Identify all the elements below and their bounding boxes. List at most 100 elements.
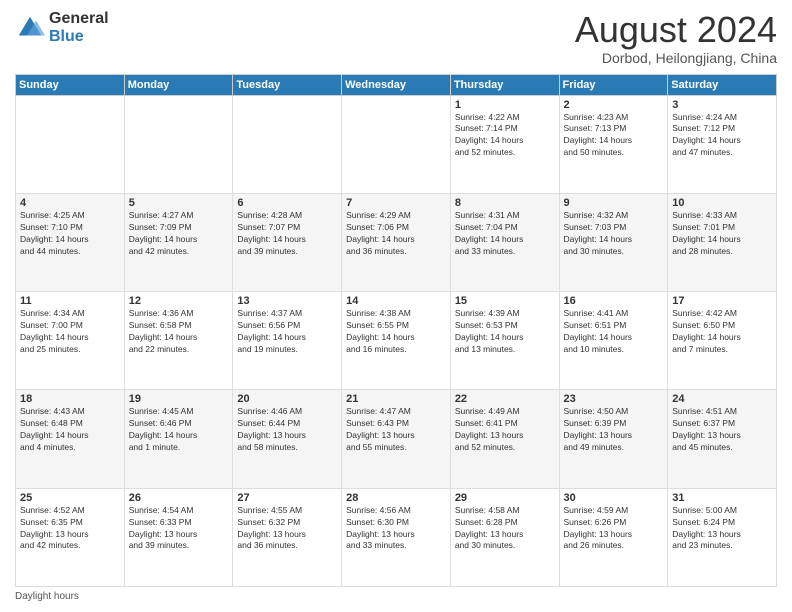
day-info: Sunrise: 4:37 AM Sunset: 6:56 PM Dayligh… xyxy=(237,308,337,356)
cell-2-4: 15Sunrise: 4:39 AM Sunset: 6:53 PM Dayli… xyxy=(450,292,559,390)
day-number: 9 xyxy=(564,197,664,209)
day-info: Sunrise: 4:28 AM Sunset: 7:07 PM Dayligh… xyxy=(237,210,337,258)
cell-4-0: 25Sunrise: 4:52 AM Sunset: 6:35 PM Dayli… xyxy=(16,488,125,586)
week-row-2: 4Sunrise: 4:25 AM Sunset: 7:10 PM Daylig… xyxy=(16,193,777,291)
day-number: 2 xyxy=(564,99,664,111)
cell-2-6: 17Sunrise: 4:42 AM Sunset: 6:50 PM Dayli… xyxy=(668,292,777,390)
cell-0-5: 2Sunrise: 4:23 AM Sunset: 7:13 PM Daylig… xyxy=(559,95,668,193)
day-number: 12 xyxy=(129,295,229,307)
calendar-table: Sunday Monday Tuesday Wednesday Thursday… xyxy=(15,74,777,587)
day-number: 1 xyxy=(455,99,555,111)
cell-1-4: 8Sunrise: 4:31 AM Sunset: 7:04 PM Daylig… xyxy=(450,193,559,291)
cell-0-2 xyxy=(233,95,342,193)
day-number: 3 xyxy=(672,99,772,111)
cell-1-2: 6Sunrise: 4:28 AM Sunset: 7:07 PM Daylig… xyxy=(233,193,342,291)
day-number: 14 xyxy=(346,295,446,307)
cell-2-5: 16Sunrise: 4:41 AM Sunset: 6:51 PM Dayli… xyxy=(559,292,668,390)
day-info: Sunrise: 4:25 AM Sunset: 7:10 PM Dayligh… xyxy=(20,210,120,258)
day-info: Sunrise: 4:42 AM Sunset: 6:50 PM Dayligh… xyxy=(672,308,772,356)
logo: General Blue xyxy=(15,10,109,45)
day-info: Sunrise: 4:36 AM Sunset: 6:58 PM Dayligh… xyxy=(129,308,229,356)
logo-general-text: General xyxy=(49,10,109,28)
day-info: Sunrise: 4:41 AM Sunset: 6:51 PM Dayligh… xyxy=(564,308,664,356)
day-info: Sunrise: 4:31 AM Sunset: 7:04 PM Dayligh… xyxy=(455,210,555,258)
day-info: Sunrise: 4:58 AM Sunset: 6:28 PM Dayligh… xyxy=(455,505,555,553)
footer-note: Daylight hours xyxy=(15,591,777,602)
day-number: 7 xyxy=(346,197,446,209)
cell-4-5: 30Sunrise: 4:59 AM Sunset: 6:26 PM Dayli… xyxy=(559,488,668,586)
day-info: Sunrise: 4:51 AM Sunset: 6:37 PM Dayligh… xyxy=(672,406,772,454)
day-info: Sunrise: 5:00 AM Sunset: 6:24 PM Dayligh… xyxy=(672,505,772,553)
month-title: August 2024 xyxy=(575,10,777,50)
cell-0-1 xyxy=(124,95,233,193)
cell-1-5: 9Sunrise: 4:32 AM Sunset: 7:03 PM Daylig… xyxy=(559,193,668,291)
daylight-label: Daylight hours xyxy=(15,591,79,602)
day-info: Sunrise: 4:55 AM Sunset: 6:32 PM Dayligh… xyxy=(237,505,337,553)
day-info: Sunrise: 4:27 AM Sunset: 7:09 PM Dayligh… xyxy=(129,210,229,258)
day-info: Sunrise: 4:24 AM Sunset: 7:12 PM Dayligh… xyxy=(672,112,772,160)
day-info: Sunrise: 4:29 AM Sunset: 7:06 PM Dayligh… xyxy=(346,210,446,258)
logo-icon xyxy=(15,13,45,43)
cell-2-3: 14Sunrise: 4:38 AM Sunset: 6:55 PM Dayli… xyxy=(342,292,451,390)
day-info: Sunrise: 4:47 AM Sunset: 6:43 PM Dayligh… xyxy=(346,406,446,454)
day-number: 25 xyxy=(20,492,120,504)
day-info: Sunrise: 4:46 AM Sunset: 6:44 PM Dayligh… xyxy=(237,406,337,454)
cell-0-6: 3Sunrise: 4:24 AM Sunset: 7:12 PM Daylig… xyxy=(668,95,777,193)
day-number: 15 xyxy=(455,295,555,307)
day-info: Sunrise: 4:43 AM Sunset: 6:48 PM Dayligh… xyxy=(20,406,120,454)
cell-3-2: 20Sunrise: 4:46 AM Sunset: 6:44 PM Dayli… xyxy=(233,390,342,488)
cell-0-3 xyxy=(342,95,451,193)
day-number: 19 xyxy=(129,393,229,405)
col-sunday: Sunday xyxy=(16,74,125,95)
day-number: 18 xyxy=(20,393,120,405)
day-info: Sunrise: 4:45 AM Sunset: 6:46 PM Dayligh… xyxy=(129,406,229,454)
day-number: 22 xyxy=(455,393,555,405)
cell-1-6: 10Sunrise: 4:33 AM Sunset: 7:01 PM Dayli… xyxy=(668,193,777,291)
day-number: 16 xyxy=(564,295,664,307)
cell-0-4: 1Sunrise: 4:22 AM Sunset: 7:14 PM Daylig… xyxy=(450,95,559,193)
day-number: 24 xyxy=(672,393,772,405)
cell-3-3: 21Sunrise: 4:47 AM Sunset: 6:43 PM Dayli… xyxy=(342,390,451,488)
col-thursday: Thursday xyxy=(450,74,559,95)
cell-1-3: 7Sunrise: 4:29 AM Sunset: 7:06 PM Daylig… xyxy=(342,193,451,291)
cell-4-6: 31Sunrise: 5:00 AM Sunset: 6:24 PM Dayli… xyxy=(668,488,777,586)
day-number: 26 xyxy=(129,492,229,504)
day-info: Sunrise: 4:39 AM Sunset: 6:53 PM Dayligh… xyxy=(455,308,555,356)
cell-3-5: 23Sunrise: 4:50 AM Sunset: 6:39 PM Dayli… xyxy=(559,390,668,488)
logo-text: General Blue xyxy=(49,10,109,45)
cell-3-4: 22Sunrise: 4:49 AM Sunset: 6:41 PM Dayli… xyxy=(450,390,559,488)
col-tuesday: Tuesday xyxy=(233,74,342,95)
cell-2-1: 12Sunrise: 4:36 AM Sunset: 6:58 PM Dayli… xyxy=(124,292,233,390)
day-number: 13 xyxy=(237,295,337,307)
page: General Blue August 2024 Dorbod, Heilong… xyxy=(0,0,792,612)
cell-4-4: 29Sunrise: 4:58 AM Sunset: 6:28 PM Dayli… xyxy=(450,488,559,586)
day-number: 8 xyxy=(455,197,555,209)
day-info: Sunrise: 4:32 AM Sunset: 7:03 PM Dayligh… xyxy=(564,210,664,258)
day-number: 23 xyxy=(564,393,664,405)
day-info: Sunrise: 4:34 AM Sunset: 7:00 PM Dayligh… xyxy=(20,308,120,356)
cell-3-6: 24Sunrise: 4:51 AM Sunset: 6:37 PM Dayli… xyxy=(668,390,777,488)
col-saturday: Saturday xyxy=(668,74,777,95)
cell-4-2: 27Sunrise: 4:55 AM Sunset: 6:32 PM Dayli… xyxy=(233,488,342,586)
cell-0-0 xyxy=(16,95,125,193)
day-number: 4 xyxy=(20,197,120,209)
title-block: August 2024 Dorbod, Heilongjiang, China xyxy=(575,10,777,66)
day-number: 5 xyxy=(129,197,229,209)
cell-4-3: 28Sunrise: 4:56 AM Sunset: 6:30 PM Dayli… xyxy=(342,488,451,586)
header: General Blue August 2024 Dorbod, Heilong… xyxy=(15,10,777,66)
cell-1-0: 4Sunrise: 4:25 AM Sunset: 7:10 PM Daylig… xyxy=(16,193,125,291)
day-info: Sunrise: 4:50 AM Sunset: 6:39 PM Dayligh… xyxy=(564,406,664,454)
day-info: Sunrise: 4:38 AM Sunset: 6:55 PM Dayligh… xyxy=(346,308,446,356)
col-monday: Monday xyxy=(124,74,233,95)
calendar-header-row: Sunday Monday Tuesday Wednesday Thursday… xyxy=(16,74,777,95)
col-wednesday: Wednesday xyxy=(342,74,451,95)
location-subtitle: Dorbod, Heilongjiang, China xyxy=(575,50,777,66)
day-info: Sunrise: 4:56 AM Sunset: 6:30 PM Dayligh… xyxy=(346,505,446,553)
day-number: 10 xyxy=(672,197,772,209)
day-number: 30 xyxy=(564,492,664,504)
day-number: 31 xyxy=(672,492,772,504)
day-number: 6 xyxy=(237,197,337,209)
day-number: 17 xyxy=(672,295,772,307)
day-info: Sunrise: 4:49 AM Sunset: 6:41 PM Dayligh… xyxy=(455,406,555,454)
day-info: Sunrise: 4:59 AM Sunset: 6:26 PM Dayligh… xyxy=(564,505,664,553)
